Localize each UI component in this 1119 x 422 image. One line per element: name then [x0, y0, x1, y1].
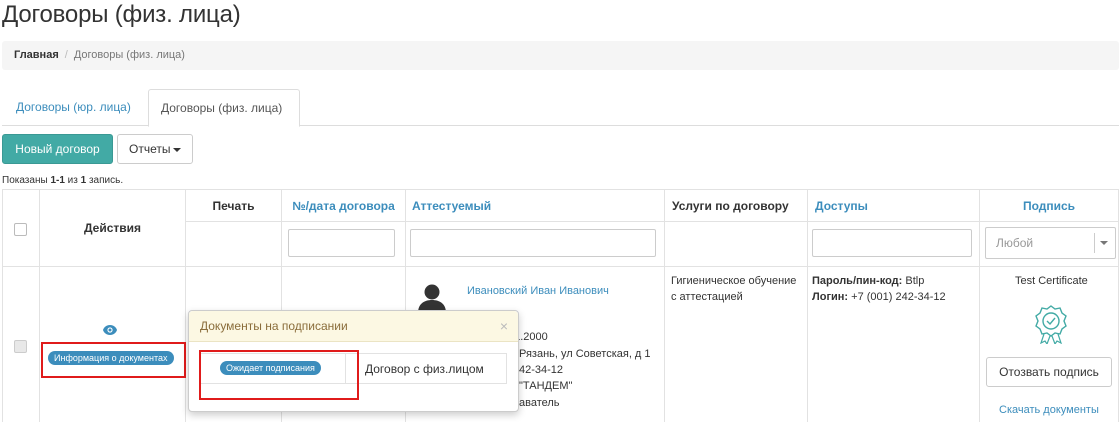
contract-tabs: Договоры (юр. лица) Договоры (физ. лица) — [2, 89, 1119, 127]
breadcrumb-current: Договоры (физ. лица) — [73, 49, 185, 61]
header-contract-number[interactable]: №/дата договора — [281, 189, 405, 221]
caret-down-icon — [173, 147, 182, 152]
chevron-down-icon — [1100, 241, 1108, 245]
header-access[interactable]: Доступы — [807, 189, 979, 221]
reports-dropdown-button[interactable]: Отчеты — [117, 134, 193, 164]
access-login: Логин: +7 (001) 242-34-12 — [812, 289, 946, 305]
popover-doc-name[interactable]: Договор с физ.лицом — [365, 361, 484, 377]
signature-filter-value: Любой — [996, 236, 1034, 250]
download-documents-link[interactable]: Скачать документы — [999, 402, 1099, 418]
access-login-label: Логин: — [812, 291, 849, 303]
filter-attestee-input[interactable] — [410, 229, 656, 257]
access-login-value: +7 (001) 242-34-12 — [848, 291, 946, 303]
tab-individuals[interactable]: Договоры (физ. лица) — [148, 89, 300, 127]
eye-icon[interactable] — [103, 325, 117, 335]
highlight-documents-info — [41, 342, 186, 378]
attestee-line-4: "ТАНДЕМ" — [519, 380, 573, 392]
user-avatar-icon — [418, 284, 446, 313]
certificate-label: Test Certificate — [1015, 275, 1088, 287]
select-divider — [1094, 233, 1095, 253]
attestee-line-2: Рязань, ул Советская, д 1 — [519, 348, 651, 360]
attestee-name-link[interactable]: Ивановский Иван Иванович — [467, 283, 609, 299]
summary-range: 1-1 — [50, 175, 65, 186]
header-services: Услуги по договору — [664, 189, 807, 221]
header-print: Печать — [185, 189, 281, 221]
attestee-line-5: аватель — [519, 397, 560, 409]
access-password-label: Пароль/пин-код: — [812, 275, 903, 287]
results-summary: Показаны 1-1 из 1 запись. — [2, 175, 124, 186]
tab-legal-entities[interactable]: Договоры (юр. лица) — [4, 89, 143, 126]
row-select-cell — [2, 266, 39, 422]
attestee-line-3: 42-34-12 — [519, 364, 564, 376]
filter-number-input[interactable] — [288, 229, 395, 257]
page-title: Договоры (физ. лица) — [2, 1, 241, 28]
select-all-cell — [2, 189, 39, 266]
breadcrumb: Главная / Договоры (физ. лица) — [2, 41, 1119, 70]
signature-filter-select[interactable]: Любой — [985, 227, 1116, 259]
select-all-checkbox[interactable] — [14, 223, 27, 236]
row-signature-cell — [979, 266, 1119, 422]
new-contract-button[interactable]: Новый договор — [2, 134, 113, 164]
header-signature[interactable]: Подпись — [979, 189, 1119, 221]
header-attestee[interactable]: Аттестуемый — [405, 189, 664, 221]
breadcrumb-separator: / — [64, 49, 68, 61]
breadcrumb-home-link[interactable]: Главная — [14, 49, 59, 61]
services-text: Гигиеническое обучение с аттестацией — [671, 275, 797, 303]
highlight-awaiting-signature — [199, 350, 359, 400]
row-checkbox[interactable] — [14, 340, 27, 353]
certificate-icon — [1035, 305, 1067, 344]
revoke-signature-button[interactable]: Отозвать подпись — [986, 357, 1112, 387]
close-icon[interactable]: × — [500, 311, 508, 342]
popover-header: Документы на подписании × — [189, 311, 518, 342]
filter-access-input[interactable] — [812, 229, 972, 257]
reports-label: Отчеты — [129, 142, 171, 156]
popover-title: Документы на подписании — [200, 319, 348, 333]
filter-cell-print — [185, 221, 281, 266]
access-password: Пароль/пин-код: Btlp — [812, 273, 924, 289]
header-actions: Действия — [39, 189, 185, 266]
access-password-value: Btlp — [902, 275, 925, 287]
filter-cell-services — [664, 221, 807, 266]
